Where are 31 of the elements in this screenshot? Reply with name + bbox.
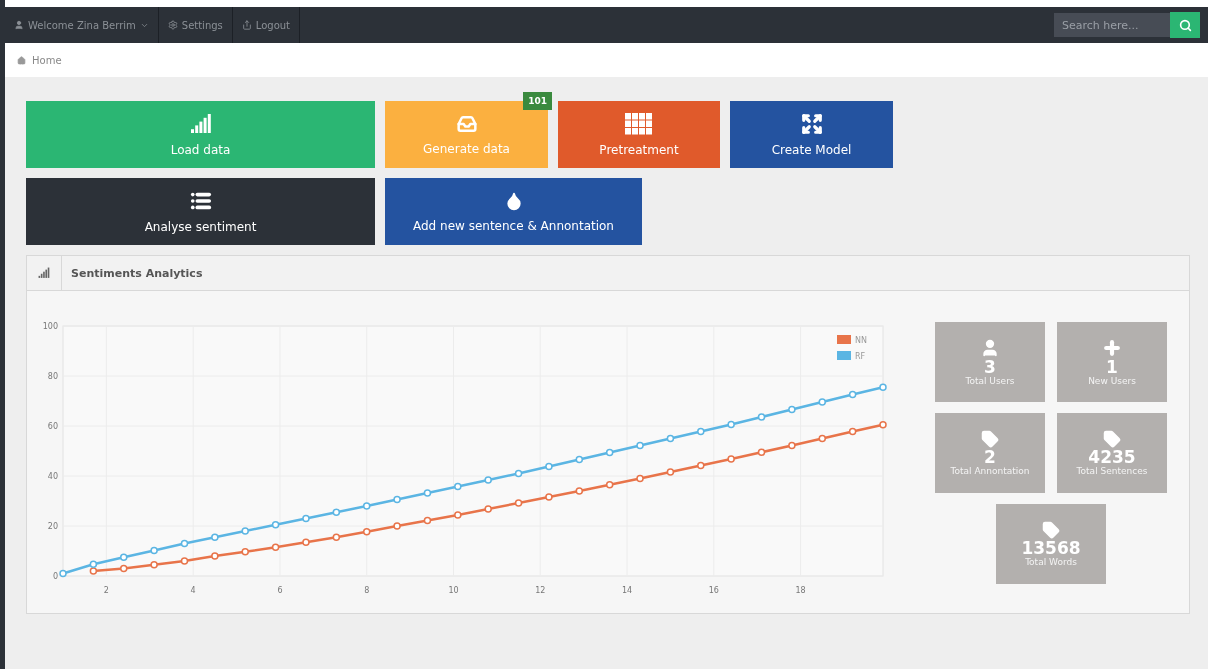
x-tick-label: 12	[535, 586, 546, 595]
search-field[interactable]: Search here...	[1054, 13, 1170, 37]
count-badge: 101	[523, 92, 552, 110]
y-tick-label: 60	[47, 422, 58, 431]
stat-tile: 3 Total Users	[935, 322, 1045, 402]
x-tick-label: 18	[795, 586, 806, 595]
dashboard-tile[interactable]: Analyse sentiment	[26, 178, 375, 245]
legend-label: RF	[855, 352, 866, 361]
stat-tile: 1 New Users	[1057, 322, 1167, 402]
x-tick-label: 4	[190, 586, 196, 595]
legend-label: NN	[855, 336, 867, 345]
y-tick-label: 0	[52, 572, 58, 581]
stat-tile: 4235 Total Sentences	[1057, 413, 1167, 493]
panel-title: Sentiments Analytics	[70, 266, 203, 280]
y-tick-label: 80	[47, 372, 58, 381]
x-tick-label: 2	[103, 586, 109, 595]
stat-tile: 2 Total Annontation	[935, 413, 1045, 493]
breadcrumb-link[interactable]: Home	[32, 54, 62, 66]
x-tick-label: 8	[364, 586, 370, 595]
stat-tile: 13568 Total Words	[996, 504, 1106, 584]
x-tick-label: 10	[448, 586, 459, 595]
y-tick-label: 20	[47, 522, 58, 531]
x-tick-label: 14	[621, 586, 633, 595]
y-tick-label: 100	[42, 322, 58, 331]
dashboard-tile[interactable]: Pretreatment	[558, 101, 720, 168]
dashboard-tile[interactable]: Load data	[26, 101, 375, 168]
dashboard-tile[interactable]: Add new sentence & Annontation	[385, 178, 642, 245]
x-tick-label: 16	[708, 586, 719, 595]
y-tick-label: 40	[47, 472, 58, 481]
x-tick-label: 6	[277, 586, 283, 595]
dashboard-tile[interactable]: Create Model	[730, 101, 893, 168]
